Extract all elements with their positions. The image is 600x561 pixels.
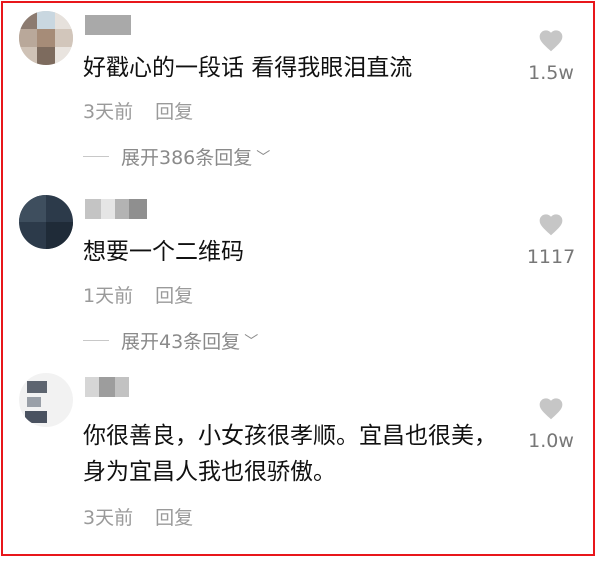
username-blurred[interactable] (85, 15, 131, 35)
chevron-down-icon: ﹀ (244, 333, 259, 350)
heart-icon (539, 30, 563, 52)
divider-line (83, 156, 109, 157)
heart-icon (539, 398, 563, 420)
like-count: 1.5w (528, 62, 574, 84)
chevron-down-icon: ﹀ (256, 149, 271, 166)
comment-time: 3天前 (83, 507, 134, 529)
reply-button[interactable]: 回复 (155, 285, 193, 307)
comment-meta: 3天前 回复 (83, 503, 193, 530)
divider-line (83, 340, 109, 341)
comment-text: 想要一个二维码 (83, 239, 244, 265)
username-blurred[interactable] (85, 377, 129, 397)
like-count: 1.0w (528, 430, 574, 452)
avatar[interactable] (19, 195, 73, 249)
like-count: 1117 (526, 246, 576, 268)
like-button[interactable]: 1.0w (521, 395, 581, 452)
expand-replies-button[interactable]: 展开386条回复 ﹀ (83, 143, 270, 170)
comment-text: 好戳心的一段话 看得我眼泪直流 (83, 55, 413, 81)
comment-time: 1天前 (83, 285, 134, 307)
expand-replies-button[interactable]: 展开43条回复 ﹀ (83, 327, 258, 354)
comment-meta: 1天前 回复 (83, 281, 193, 308)
like-button[interactable]: 1.5w (521, 27, 581, 84)
reply-button[interactable]: 回复 (155, 507, 193, 529)
reply-button[interactable]: 回复 (155, 101, 193, 123)
comment-text: 你很善良，小女孩很孝顺。宜昌也很美，身为宜昌人我也很骄傲。 (83, 423, 497, 485)
comment-meta: 3天前 回复 (83, 97, 193, 124)
expand-replies-label: 展开386条回复 (121, 147, 253, 169)
heart-icon (539, 214, 563, 236)
username-blurred[interactable] (85, 199, 147, 219)
avatar[interactable] (19, 373, 73, 427)
comment-time: 3天前 (83, 101, 134, 123)
avatar[interactable] (19, 11, 73, 65)
like-button[interactable]: 1117 (521, 211, 581, 268)
comment-list: 好戳心的一段话 看得我眼泪直流 3天前 回复 展开386条回复 ﹀ 1.5w 想要… (1, 1, 595, 556)
expand-replies-label: 展开43条回复 (121, 331, 241, 353)
